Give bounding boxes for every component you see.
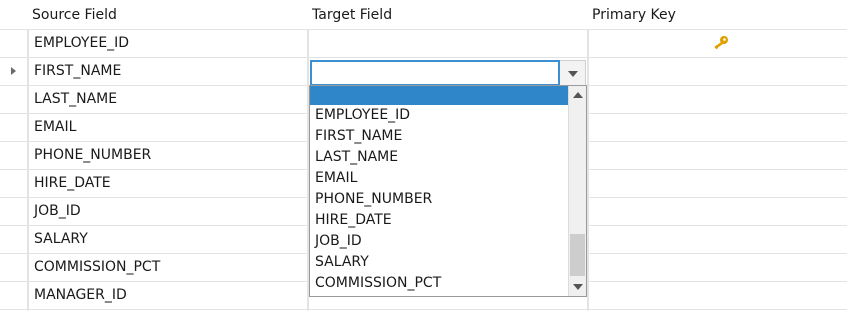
row-selector[interactable] — [0, 58, 28, 85]
primary-key-cell[interactable] — [588, 254, 847, 281]
source-field-cell[interactable]: FIRST_NAME — [28, 58, 308, 85]
chevron-down-icon — [568, 71, 578, 77]
source-field-cell[interactable]: COMMISSION_PCT — [28, 254, 308, 281]
target-field-combobox[interactable] — [310, 60, 586, 86]
primary-key-cell[interactable] — [588, 114, 847, 141]
column-header-target-label: Target Field — [312, 7, 393, 23]
primary-key-cell[interactable] — [588, 282, 847, 309]
scroll-down-icon[interactable] — [573, 284, 583, 290]
row-selector[interactable] — [0, 30, 28, 57]
row-selector[interactable] — [0, 86, 28, 113]
row-selector[interactable] — [0, 170, 28, 197]
source-field-cell[interactable]: EMPLOYEE_ID — [28, 30, 308, 57]
column-header-primary-key-label: Primary Key — [592, 7, 676, 23]
primary-key-cell[interactable] — [588, 198, 847, 225]
dropdown-option[interactable]: LAST_NAME — [310, 147, 568, 168]
dropdown-option[interactable]: SALARY — [310, 252, 568, 273]
primary-key-cell[interactable] — [588, 30, 847, 57]
row-header-corner — [0, 0, 28, 30]
column-header-primary-key[interactable]: Primary Key — [588, 0, 847, 30]
dropdown-option[interactable]: JOB_ID — [310, 231, 568, 252]
row-selector[interactable] — [0, 282, 28, 309]
source-field-cell[interactable]: HIRE_DATE — [28, 170, 308, 197]
primary-key-cell[interactable] — [588, 58, 847, 85]
primary-key-cell[interactable] — [588, 142, 847, 169]
source-field-cell[interactable]: EMAIL — [28, 114, 308, 141]
source-field-cell[interactable]: SALARY — [28, 226, 308, 253]
dropdown-option[interactable]: HIRE_DATE — [310, 210, 568, 231]
scrollbar-thumb[interactable] — [570, 234, 585, 276]
primary-key-cell[interactable] — [588, 170, 847, 197]
primary-key-cell[interactable] — [588, 86, 847, 113]
row-selector[interactable] — [0, 254, 28, 281]
column-header-source-label: Source Field — [32, 7, 117, 23]
scroll-up-icon[interactable] — [573, 92, 583, 98]
field-mapping-grid: Source Field Target Field Primary Key EM… — [0, 0, 847, 311]
source-field-cell[interactable]: LAST_NAME — [28, 86, 308, 113]
row-selector[interactable] — [0, 114, 28, 141]
row-selector[interactable] — [0, 142, 28, 169]
row-selector[interactable] — [0, 198, 28, 225]
source-field-cell[interactable]: JOB_ID — [28, 198, 308, 225]
dropdown-option[interactable]: EMAIL — [310, 168, 568, 189]
target-field-dropdown[interactable]: EMPLOYEE_ID FIRST_NAME LAST_NAME EMAIL P… — [309, 85, 587, 297]
dropdown-option[interactable]: PHONE_NUMBER — [310, 189, 568, 210]
row-indicator-icon — [11, 67, 16, 75]
dropdown-button[interactable] — [560, 60, 586, 86]
dropdown-scrollbar[interactable] — [568, 86, 586, 296]
dropdown-option[interactable]: COMMISSION_PCT — [310, 273, 568, 294]
table-row[interactable]: EMPLOYEE_ID — [0, 30, 847, 58]
source-field-cell[interactable]: MANAGER_ID — [28, 282, 308, 309]
target-field-cell[interactable] — [308, 30, 588, 57]
dropdown-option[interactable]: FIRST_NAME — [310, 126, 568, 147]
key-icon — [714, 36, 728, 50]
column-header-target[interactable]: Target Field — [308, 0, 588, 30]
dropdown-option[interactable]: EMPLOYEE_ID — [310, 105, 568, 126]
dropdown-option-empty[interactable] — [310, 86, 568, 105]
dropdown-list: EMPLOYEE_ID FIRST_NAME LAST_NAME EMAIL P… — [310, 86, 568, 296]
source-field-cell[interactable]: PHONE_NUMBER — [28, 142, 308, 169]
primary-key-cell[interactable] — [588, 226, 847, 253]
row-selector[interactable] — [0, 226, 28, 253]
target-field-input[interactable] — [310, 60, 560, 86]
column-header-source[interactable]: Source Field — [28, 0, 308, 30]
